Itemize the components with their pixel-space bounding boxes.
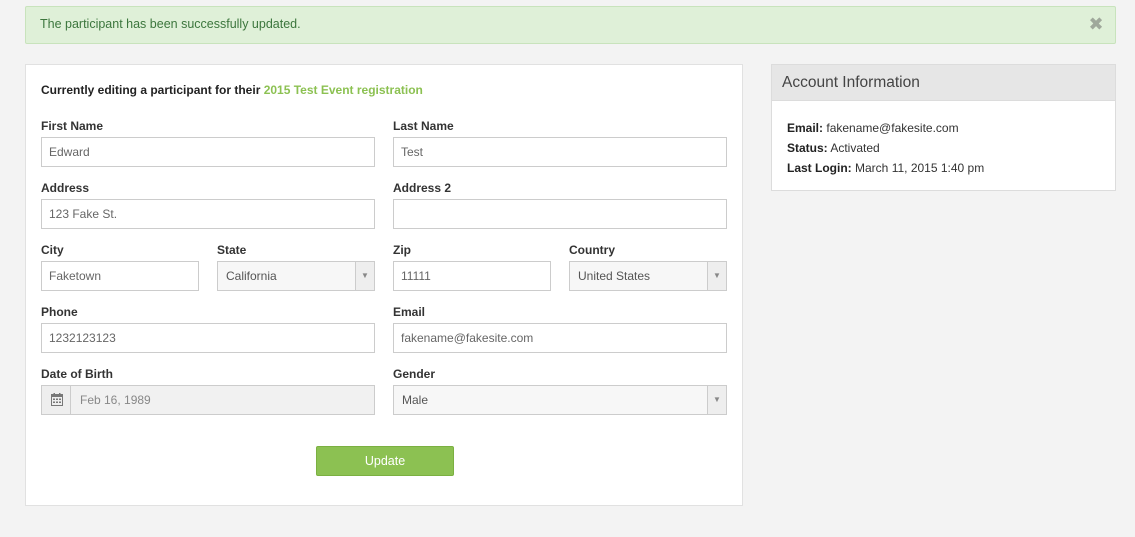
- account-info-panel: Account Information Email: fakename@fake…: [771, 64, 1116, 191]
- dob-value: Feb 16, 1989: [80, 393, 151, 407]
- account-info-body: Email: fakename@fakesite.com Status: Act…: [772, 101, 1115, 195]
- address-label: Address: [41, 181, 90, 195]
- close-icon[interactable]: ✖: [1087, 14, 1105, 34]
- state-label: State: [217, 243, 247, 257]
- country-select[interactable]: United States ▼: [569, 261, 727, 291]
- account-status-value: Activated: [830, 141, 880, 155]
- first-name-label: First Name: [41, 119, 104, 133]
- city-input[interactable]: Faketown: [41, 261, 199, 291]
- chevron-down-icon[interactable]: ▼: [707, 262, 726, 290]
- account-last-login-value: March 11, 2015 1:40 pm: [855, 161, 985, 175]
- account-last-login-row: Last Login: March 11, 2015 1:40 pm: [787, 158, 1100, 178]
- account-last-login-label: Last Login:: [787, 161, 852, 175]
- heading-prefix: Currently editing a participant for thei…: [41, 83, 261, 97]
- zip-label: Zip: [393, 243, 411, 257]
- success-alert: The participant has been successfully up…: [25, 6, 1116, 44]
- first-name-input[interactable]: Edward: [41, 137, 375, 167]
- account-email-label: Email:: [787, 121, 824, 135]
- chevron-down-icon[interactable]: ▼: [355, 262, 374, 290]
- participant-form-card: Currently editing a participant for thei…: [25, 64, 743, 506]
- form-heading: Currently editing a participant for thei…: [41, 83, 423, 97]
- email-label: Email: [393, 305, 426, 319]
- account-email-value: fakename@fakesite.com: [826, 121, 959, 135]
- alert-message: The participant has been successfully up…: [40, 17, 301, 31]
- country-value: United States: [578, 269, 651, 283]
- dob-label: Date of Birth: [41, 367, 113, 381]
- event-registration-link[interactable]: 2015 Test Event registration: [264, 83, 423, 97]
- gender-label: Gender: [393, 367, 436, 381]
- account-status-row: Status: Activated: [787, 138, 1100, 158]
- gender-value: Male: [402, 393, 429, 407]
- last-name-label: Last Name: [393, 119, 454, 133]
- update-button[interactable]: Update: [316, 446, 454, 476]
- last-name-input[interactable]: Test: [393, 137, 727, 167]
- account-status-label: Status:: [787, 141, 828, 155]
- account-info-title: Account Information: [772, 65, 1115, 101]
- calendar-icon[interactable]: [42, 386, 71, 414]
- gender-select[interactable]: Male ▼: [393, 385, 727, 415]
- address2-label: Address 2: [393, 181, 452, 195]
- chevron-down-icon[interactable]: ▼: [707, 386, 726, 414]
- email-input[interactable]: fakename@fakesite.com: [393, 323, 727, 353]
- zip-input[interactable]: 11111: [393, 261, 551, 291]
- state-value: California: [226, 269, 277, 283]
- dob-input[interactable]: Feb 16, 1989: [41, 385, 375, 415]
- country-label: Country: [569, 243, 615, 257]
- account-email-row: Email: fakename@fakesite.com: [787, 118, 1100, 138]
- address2-input[interactable]: [393, 199, 727, 229]
- address-input[interactable]: 123 Fake St.: [41, 199, 375, 229]
- phone-label: Phone: [41, 305, 78, 319]
- phone-input[interactable]: 1232123123: [41, 323, 375, 353]
- city-label: City: [41, 243, 64, 257]
- state-select[interactable]: California ▼: [217, 261, 375, 291]
